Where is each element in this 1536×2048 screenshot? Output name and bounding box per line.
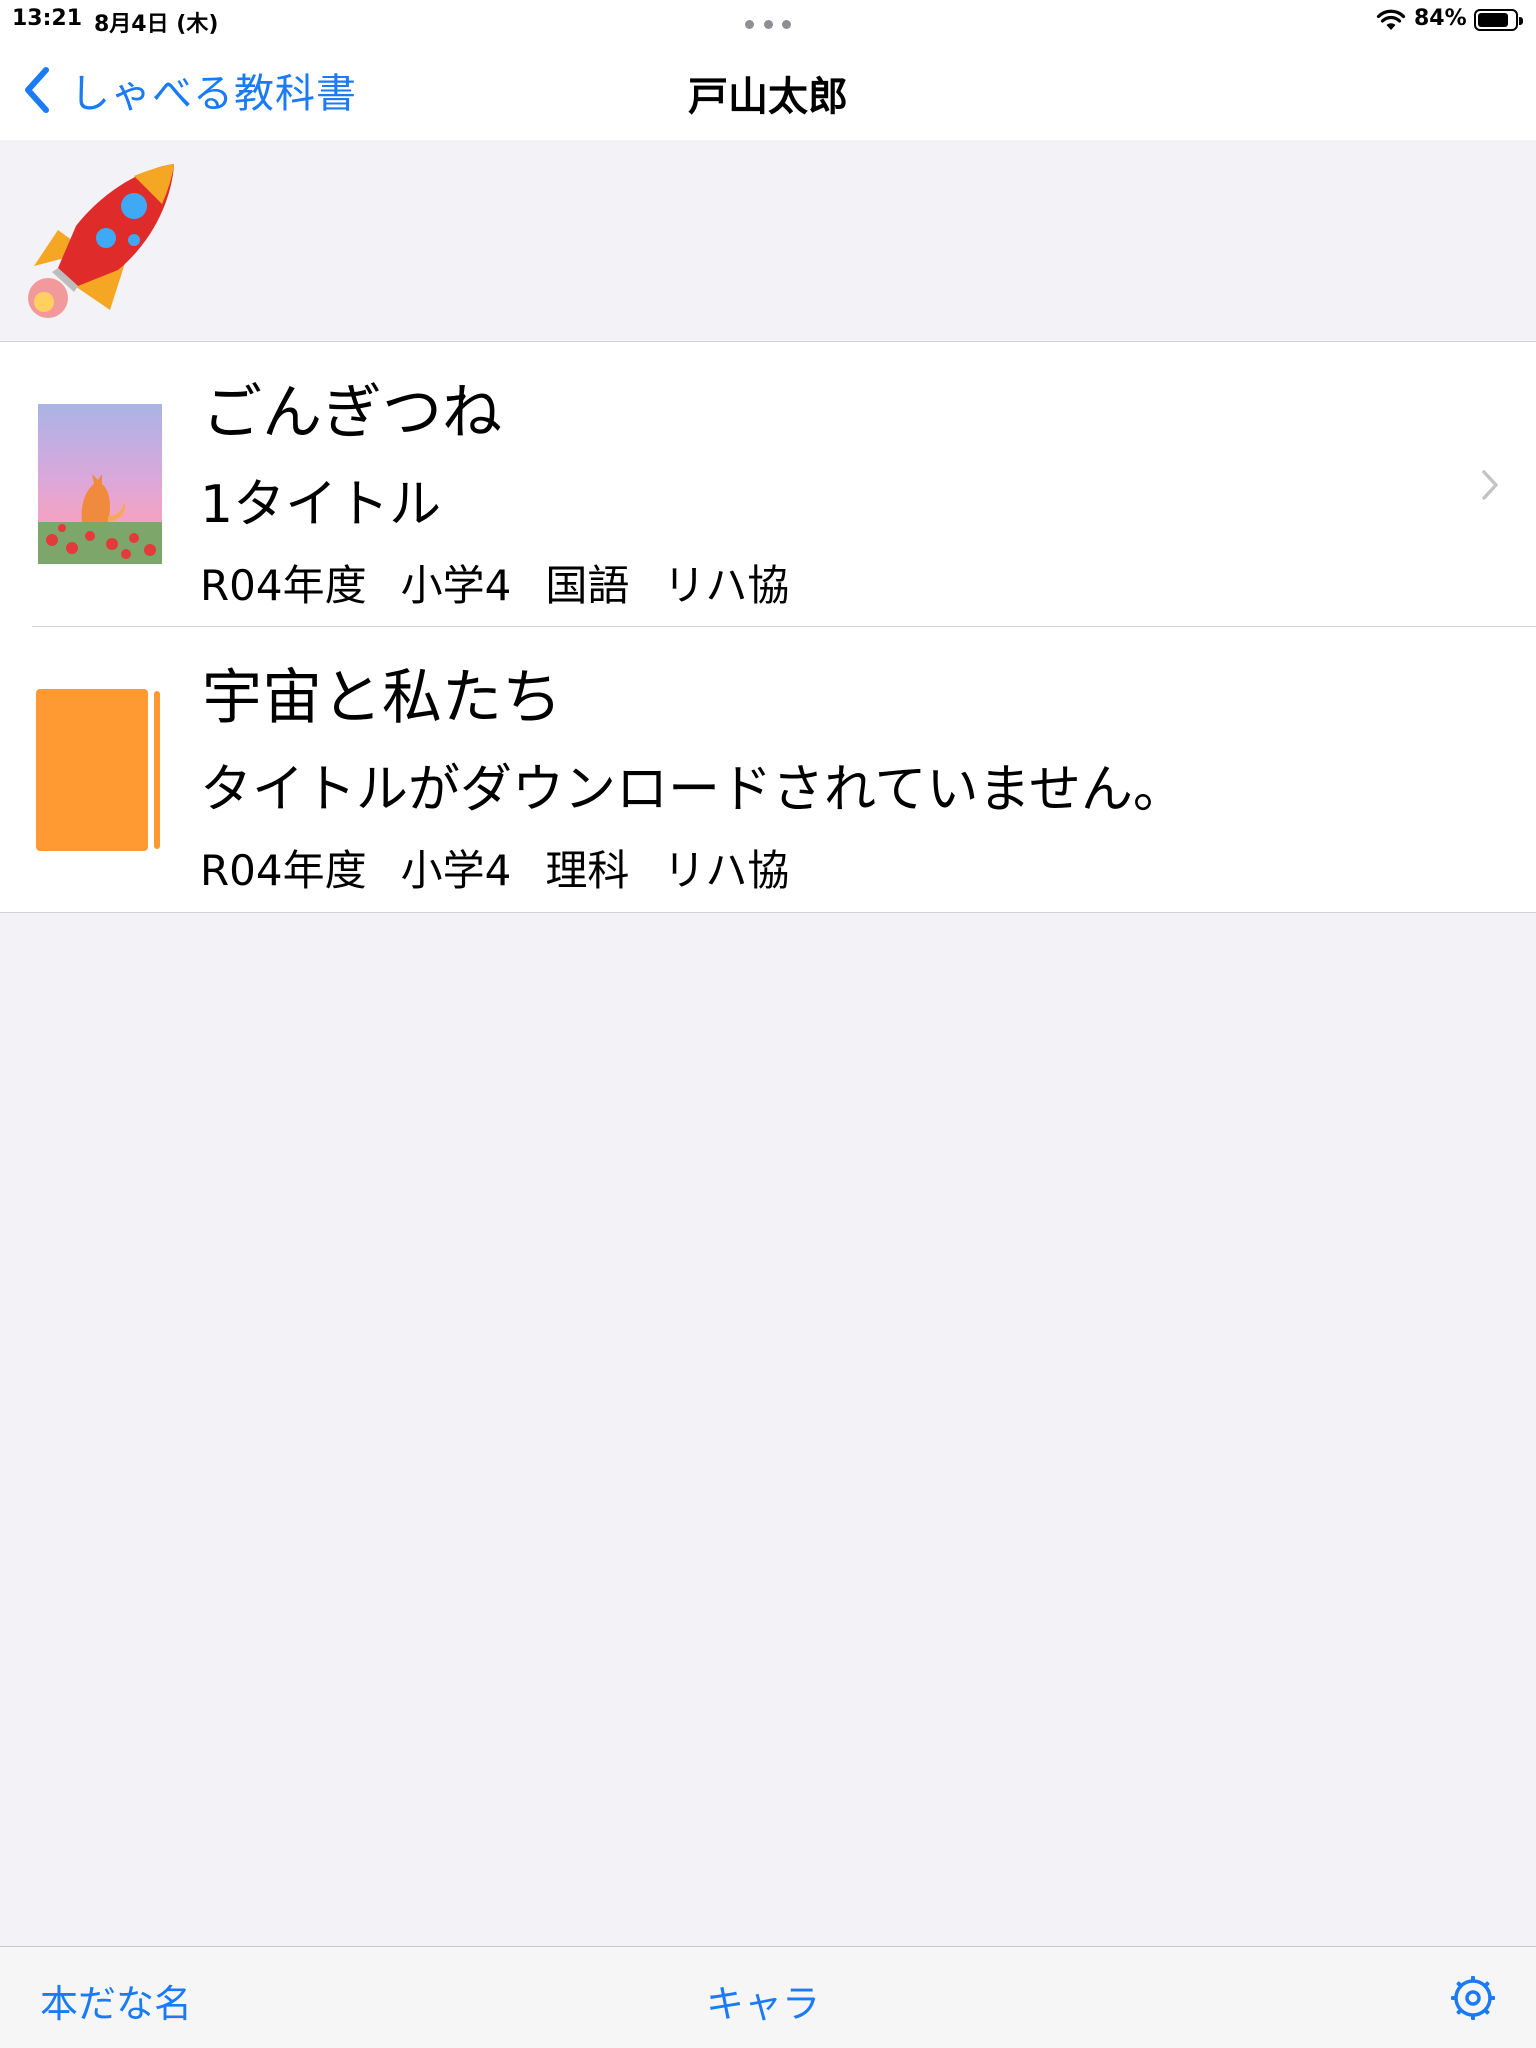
book-meta-grade: 小学4 xyxy=(400,561,512,610)
header-area xyxy=(0,140,1536,340)
fox-book-cover-icon xyxy=(38,404,162,564)
book-meta-grade: 小学4 xyxy=(400,846,512,895)
rocket-icon xyxy=(28,164,174,318)
multitasking-dots-icon[interactable] xyxy=(745,20,791,30)
book-meta-subject: 国語 xyxy=(545,561,630,610)
book-list: ごんぎつね 1タイトル R04年度 小学4 国語 リハ協 宇宙と私たち タイトル… xyxy=(0,341,1536,913)
book-subtitle: タイトルがダウンロードされていません。 xyxy=(200,760,1185,820)
book-meta-year: R04年度 xyxy=(200,561,367,610)
battery-icon xyxy=(1474,9,1523,31)
book-row[interactable]: ごんぎつね 1タイトル R04年度 小学4 国語 リハ協 xyxy=(0,342,1536,627)
book-icon xyxy=(36,689,160,851)
book-title: ごんぎつね xyxy=(202,378,502,448)
character-button[interactable]: キャラ xyxy=(706,1973,820,2028)
bookshelf-name-button[interactable]: 本だな名 xyxy=(40,1973,192,2028)
book-meta: R04年度 小学4 国語 リハ協 xyxy=(200,552,789,613)
book-meta: R04年度 小学4 理科 リハ協 xyxy=(200,837,789,898)
book-meta-year: R04年度 xyxy=(200,846,367,895)
status-date: 8月4日 (木) xyxy=(94,12,219,37)
status-bar: 13:21 8月4日 (木) 84% xyxy=(0,0,1536,40)
gear-icon[interactable] xyxy=(1450,1975,1496,2021)
page-title: 戸山太郎 xyxy=(688,74,848,120)
book-title: 宇宙と私たち xyxy=(202,663,562,733)
book-row[interactable]: 宇宙と私たち タイトルがダウンロードされていません。 R04年度 小学4 理科 … xyxy=(0,627,1536,911)
status-time: 13:21 xyxy=(12,6,83,31)
navigation-bar: しゃべる教科書 戸山太郎 xyxy=(0,40,1536,140)
book-subtitle: 1タイトル xyxy=(200,475,442,535)
book-meta-publisher: リハ協 xyxy=(663,846,790,895)
book-meta-subject: 理科 xyxy=(545,846,630,895)
bottom-toolbar: 本だな名 キャラ xyxy=(0,1946,1536,2048)
chevron-right-icon xyxy=(1482,470,1498,500)
battery-fill xyxy=(1478,13,1509,27)
battery-percent: 84% xyxy=(1414,6,1467,31)
wifi-icon xyxy=(1376,9,1406,30)
book-meta-publisher: リハ協 xyxy=(663,561,790,610)
